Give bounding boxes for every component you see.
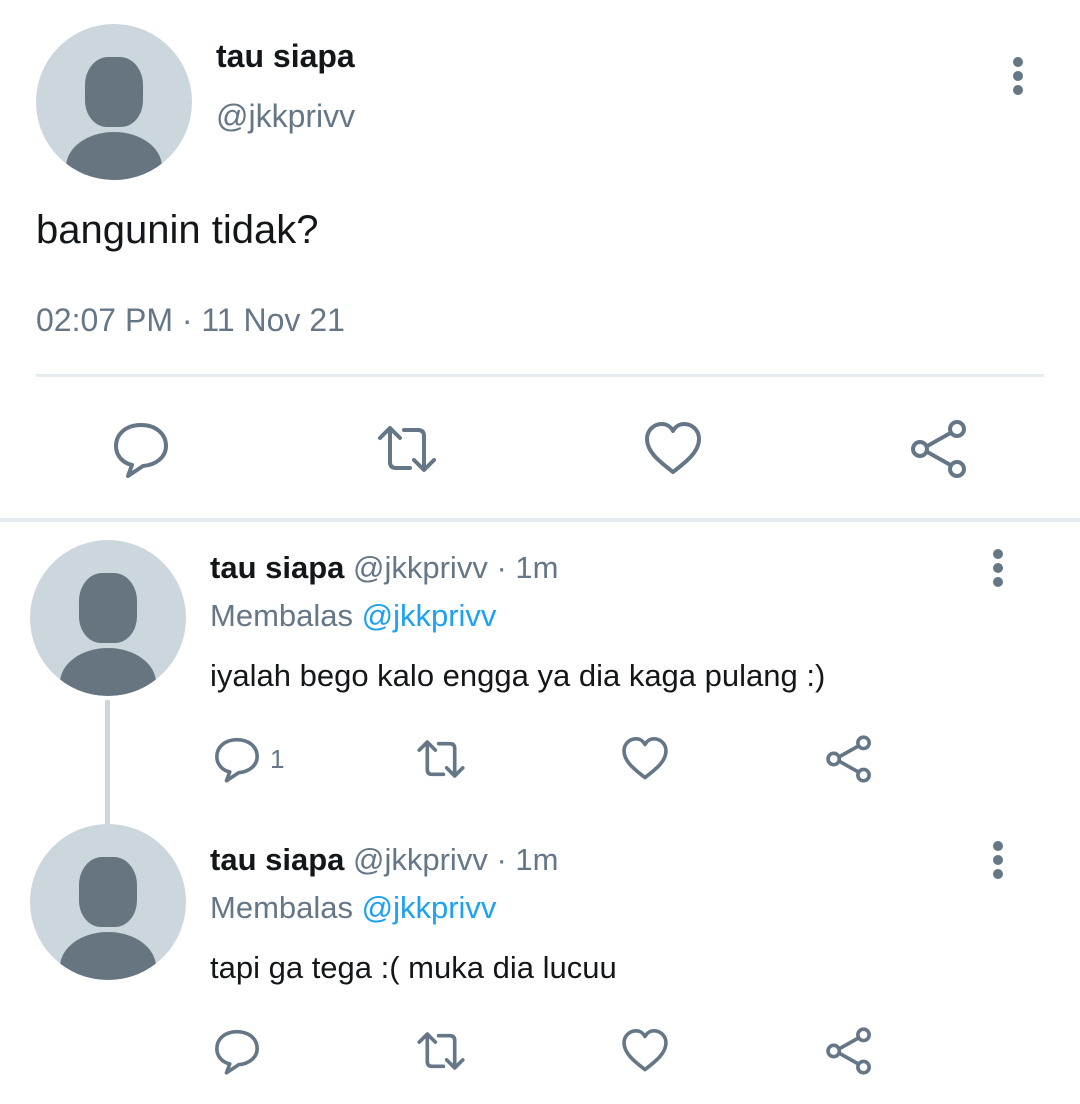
like-button[interactable] (620, 1026, 670, 1076)
heart-icon (645, 422, 701, 474)
reply-tweet[interactable]: tau siapa @jkkprivv · 1m Membalas @jkkpr… (0, 812, 1080, 1102)
replying-prefix: Membalas (210, 598, 353, 633)
avatar-shoulders (66, 132, 162, 180)
share-button[interactable] (824, 734, 874, 784)
author-name[interactable]: tau siapa (216, 38, 355, 75)
reply-tweet[interactable]: tau siapa @jkkprivv · 1m Membalas @jkkpr… (0, 522, 1080, 812)
retweet-icon (417, 740, 465, 778)
avatar-head (79, 857, 137, 927)
avatar-shoulders (60, 648, 156, 696)
avatar[interactable] (30, 824, 186, 980)
avatar[interactable] (36, 24, 192, 180)
reply-header: tau siapa @jkkprivv · 1m (210, 842, 558, 878)
share-icon (826, 735, 871, 783)
reply-button[interactable] (212, 1026, 262, 1076)
retweet-button[interactable] (416, 1026, 466, 1076)
mention-link[interactable]: @jkkprivv (362, 598, 497, 633)
replying-prefix: Membalas (210, 890, 353, 925)
tweet-text: iyalah bego kalo engga ya dia kaga pulan… (210, 658, 826, 693)
share-button[interactable] (908, 418, 970, 480)
replying-to: Membalas @jkkprivv (210, 890, 496, 926)
tweet-timestamp: 02:07 PM · 11 Nov 21 (36, 302, 345, 338)
speech-bubble-icon (114, 423, 168, 478)
mention-link[interactable]: @jkkprivv (362, 890, 497, 925)
speech-bubble-icon (215, 737, 259, 783)
more-vertical-icon[interactable] (980, 838, 1016, 882)
retweet-button[interactable] (416, 734, 466, 784)
avatar-shoulders (60, 932, 156, 980)
reply-header: tau siapa @jkkprivv · 1m (210, 550, 558, 586)
share-icon (911, 420, 966, 478)
more-vertical-icon[interactable] (980, 546, 1016, 590)
retweet-button[interactable] (376, 418, 438, 480)
reply-count: 1 (270, 744, 285, 774)
tweet-text: tapi ga tega :( muka dia lucuu (210, 950, 617, 985)
reply-time: · 1m (496, 550, 559, 585)
main-tweet: tau siapa @jkkprivv bangunin tidak? 02:0… (0, 0, 1080, 520)
speech-bubble-icon (215, 1029, 259, 1075)
heart-icon (622, 1029, 668, 1072)
reply-button[interactable] (110, 418, 172, 480)
avatar-head (85, 57, 143, 127)
avatar-head (79, 573, 137, 643)
reply-button[interactable] (212, 734, 262, 784)
author-name[interactable]: tau siapa (210, 842, 344, 877)
like-button[interactable] (620, 734, 670, 784)
retweet-icon (417, 1032, 465, 1070)
share-icon (826, 1027, 871, 1075)
tweet-text: bangunin tidak? (36, 208, 319, 252)
more-vertical-icon[interactable] (1000, 54, 1036, 98)
retweet-icon (378, 426, 436, 472)
share-button[interactable] (824, 1026, 874, 1076)
reply-time: · 1m (496, 842, 559, 877)
replying-to: Membalas @jkkprivv (210, 598, 496, 634)
author-name[interactable]: tau siapa (210, 550, 344, 585)
heart-icon (622, 737, 668, 780)
author-handle[interactable]: @jkkprivv (353, 550, 488, 585)
author-handle[interactable]: @jkkprivv (216, 98, 355, 135)
like-button[interactable] (642, 418, 704, 480)
divider (36, 374, 1044, 377)
avatar[interactable] (30, 540, 186, 696)
author-handle[interactable]: @jkkprivv (353, 842, 488, 877)
